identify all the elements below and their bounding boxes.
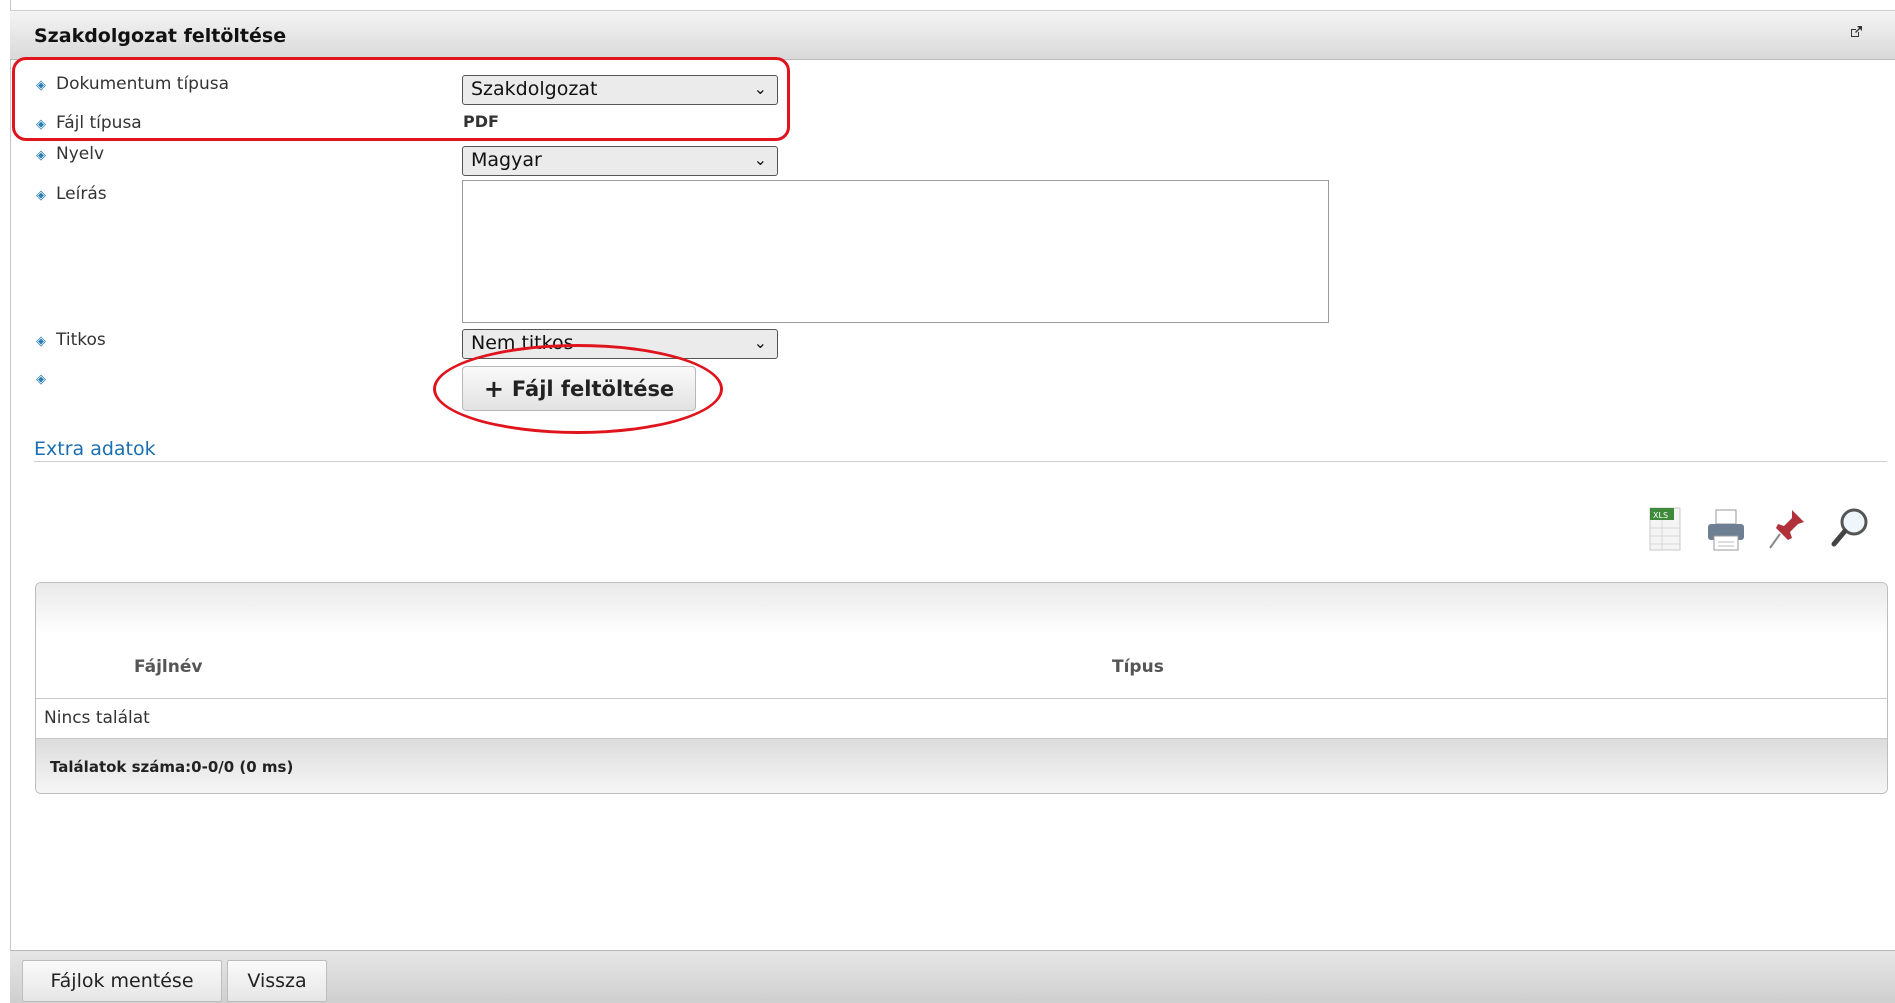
description-label: Leírás [56,184,107,204]
document-type-label: Dokumentum típusa [56,74,230,94]
secret-label: Titkos [56,330,106,350]
language-select[interactable]: Magyar ⌄ [462,146,778,176]
extra-data-link[interactable]: Extra adatok [34,438,156,460]
print-icon[interactable] [1702,504,1750,560]
document-type-row: ◈ Dokumentum típusa [36,74,229,98]
language-row: ◈ Nyelv [36,144,104,168]
upload-row: ◈ [36,368,56,392]
bottom-bar: Fájlok mentése Vissza [10,950,1895,1003]
language-label: Nyelv [56,144,105,164]
page-frame [10,0,1895,1003]
divider [36,698,1887,699]
panel-header: Szakdolgozat feltöltése [10,10,1895,60]
panel-title: Szakdolgozat feltöltése [34,25,287,47]
description-textarea[interactable] [462,180,1329,323]
file-type-row: ◈ Fájl típusa [36,113,142,137]
chevron-down-icon: ⌄ [753,79,767,98]
diamond-bullet-icon: ◈ [36,334,46,349]
results-count: Találatok száma:0-0/0 (0 ms) [50,758,294,776]
description-row: ◈ Leírás [36,184,107,208]
svg-text:XLS: XLS [1653,511,1668,520]
pin-icon[interactable] [1764,504,1812,560]
xls-export-icon[interactable]: XLS [1642,504,1690,560]
diamond-bullet-icon: ◈ [36,372,46,387]
diamond-bullet-icon: ◈ [36,117,46,132]
save-files-button[interactable]: Fájlok mentése [22,960,222,1002]
chevron-down-icon: ⌄ [753,150,767,169]
diamond-bullet-icon: ◈ [36,148,46,163]
file-type-label: Fájl típusa [56,113,142,133]
search-icon[interactable] [1826,504,1874,560]
grid-footer: Találatok száma:0-0/0 (0 ms) [36,738,1887,793]
empty-results-text: Nincs találat [44,708,150,728]
secret-value: Nem titkos [471,332,574,354]
secret-row: ◈ Titkos [36,330,106,354]
chevron-down-icon: ⌄ [753,333,767,352]
grid-header [36,583,1887,698]
secret-select[interactable]: Nem titkos ⌄ [462,329,778,359]
column-header-type[interactable]: Típus [1112,657,1164,677]
plus-icon: + [483,374,504,403]
file-type-value: PDF [463,112,499,131]
language-value: Magyar [471,149,542,171]
diamond-bullet-icon: ◈ [36,78,46,93]
divider [34,461,1887,462]
column-header-filename[interactable]: Fájlnév [134,657,202,677]
upload-file-button[interactable]: + Fájl feltöltése [462,366,696,411]
document-type-value: Szakdolgozat [471,78,598,100]
diamond-bullet-icon: ◈ [36,188,46,203]
upload-file-label: Fájl feltöltése [511,376,675,401]
results-grid: Fájlnév Típus Nincs találat Találatok sz… [35,582,1888,794]
external-link-icon[interactable] [1849,25,1865,41]
back-button[interactable]: Vissza [227,960,327,1002]
document-type-select[interactable]: Szakdolgozat ⌄ [462,75,778,105]
